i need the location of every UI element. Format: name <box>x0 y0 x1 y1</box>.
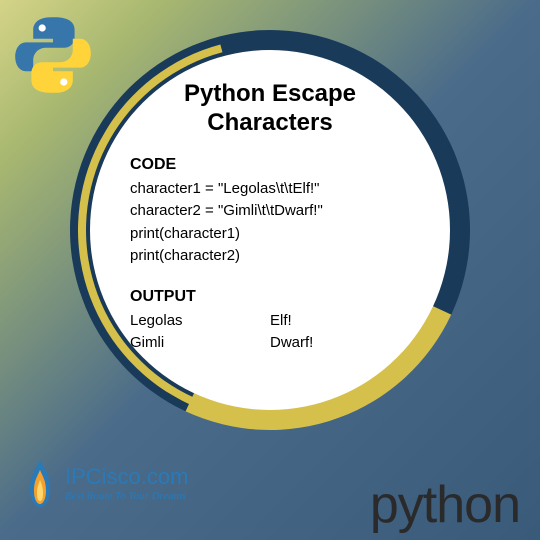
output-label: OUTPUT <box>130 288 410 306</box>
code-line: print(character2) <box>130 245 410 268</box>
output-cell: Dwarf! <box>270 332 313 355</box>
output-cell: Legolas <box>130 310 270 333</box>
page-title: Python Escape Characters <box>130 80 410 138</box>
ipcisco-text: IPCisco.com Best Route To Your Dreams <box>65 464 188 502</box>
site-name: IPCisco.com <box>65 464 188 490</box>
ipcisco-logo: IPCisco.com Best Route To Your Dreams <box>20 455 188 510</box>
output-block: Legolas Elf! Gimli Dwarf! <box>130 310 410 355</box>
python-wordmark: python <box>370 475 520 535</box>
code-line: print(character1) <box>130 223 410 246</box>
output-row: Legolas Elf! <box>130 310 410 333</box>
site-tagline: Best Route To Your Dreams <box>65 490 188 502</box>
output-cell: Gimli <box>130 332 270 355</box>
flame-icon <box>20 455 60 510</box>
code-line: character1 = "Legolas\t\tElf!" <box>130 178 410 201</box>
code-line: character2 = "Gimli\t\tDwarf!" <box>130 200 410 223</box>
content-area: Python Escape Characters CODE character1… <box>90 50 450 410</box>
code-block: character1 = "Legolas\t\tElf!" character… <box>130 178 410 268</box>
output-cell: Elf! <box>270 310 292 333</box>
content-circle: Python Escape Characters CODE character1… <box>70 30 470 430</box>
output-row: Gimli Dwarf! <box>130 332 410 355</box>
code-label: CODE <box>130 156 410 174</box>
